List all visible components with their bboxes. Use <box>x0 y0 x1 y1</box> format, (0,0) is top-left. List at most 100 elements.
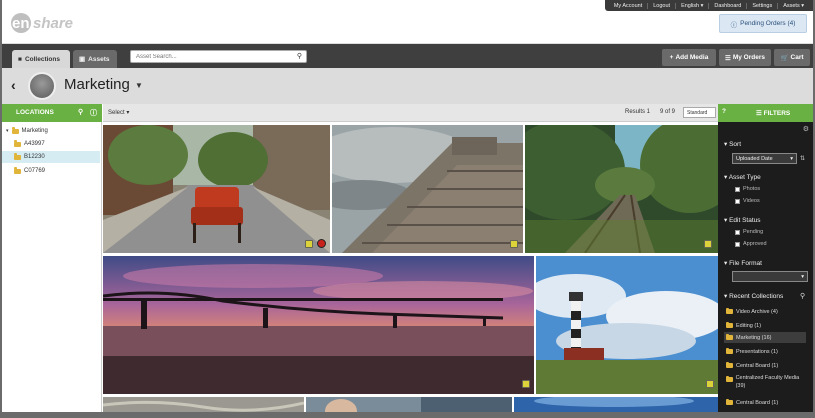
language-menu[interactable]: English ▾ <box>676 2 710 9</box>
search-icon[interactable]: ⚲ <box>800 292 805 300</box>
photos-checkbox[interactable]: Photos <box>735 186 760 192</box>
record-icon[interactable] <box>317 239 326 248</box>
filters-header: ? ☰ FILTERS <box>718 104 813 122</box>
select-menu[interactable]: Select ▾ <box>108 109 129 116</box>
folder-icon <box>14 153 21 160</box>
checkbox[interactable] <box>735 198 740 204</box>
locations-title: LOCATIONS <box>16 109 54 116</box>
asset-thumbnail-railway[interactable] <box>525 125 718 253</box>
tab-collections[interactable]: ■ Collections <box>12 50 70 68</box>
header: en share My Account Logout English ▾ Das… <box>2 0 813 44</box>
recent-collection-item[interactable]: Presentations (1) <box>724 346 806 357</box>
search-icon[interactable]: ⚲ <box>297 52 302 60</box>
chevron-down-icon: ▾ <box>790 156 793 162</box>
recent-collection-label: Central Board (1) <box>736 362 779 369</box>
results-label: Results 1 <box>625 109 651 115</box>
edit-status-heading-text: Edit Status <box>729 217 761 224</box>
recent-collection-label: Presentations (1) <box>736 348 778 355</box>
folder-icon <box>726 398 733 405</box>
results-header: Select ▾ Results 1 9 of 9 Standard <box>103 104 718 122</box>
search-icon[interactable]: ⚲ <box>78 108 83 116</box>
asset-type-heading[interactable]: ▾ Asset Type <box>724 173 761 181</box>
checkbox[interactable] <box>735 229 740 235</box>
chevron-down-icon: ▾ <box>801 274 804 280</box>
folder-icon <box>726 361 733 368</box>
assets-menu[interactable]: Assets ▾ <box>778 3 809 9</box>
sort-select[interactable]: Uploaded Date ▾ <box>732 153 797 164</box>
tree-item-marketing[interactable]: ▾ Marketing <box>2 125 100 137</box>
logout-link[interactable]: Logout <box>648 2 677 9</box>
recent-collections-heading[interactable]: ▾ Recent Collections <box>724 292 783 300</box>
cart-icon: 🛒 <box>780 54 789 62</box>
my-orders-button[interactable]: ☰ My Orders <box>719 49 771 66</box>
checkbox[interactable] <box>735 241 740 247</box>
recent-collection-item[interactable]: Central Board (1) <box>724 360 806 371</box>
chevron-down-icon[interactable]: ▼ <box>135 81 143 90</box>
filters-panel: ⚙ ▾ Sort Uploaded Date ▾ ⇅ ▾ Asset Type … <box>718 122 813 412</box>
view-select[interactable]: Standard <box>683 107 716 118</box>
plus-icon: + <box>669 54 674 61</box>
videos-label: Videos <box>743 198 760 204</box>
edit-badge-icon[interactable] <box>704 240 712 248</box>
sort-direction-icon[interactable]: ⇅ <box>800 155 805 162</box>
cart-button[interactable]: 🛒 Cart <box>774 49 810 66</box>
settings-link[interactable]: Settings <box>747 2 779 9</box>
tree-item-b12230[interactable]: B12230 <box>2 151 100 163</box>
asset-thumbnail-waves[interactable] <box>103 397 304 412</box>
collection-bar: ‹ Marketing ▼ <box>2 68 813 104</box>
asset-thumbnail-pyramid[interactable] <box>332 125 523 253</box>
asset-thumbnail-lighthouse[interactable] <box>536 256 718 394</box>
asset-thumbnail-red-chair[interactable] <box>103 125 330 253</box>
edit-badge-icon[interactable] <box>706 380 714 388</box>
help-icon[interactable]: ? <box>722 108 726 115</box>
file-format-heading[interactable]: ▾ File Format <box>724 259 762 267</box>
filters-title: ☰ FILTERS <box>756 110 791 117</box>
pending-orders-button[interactable]: ⓘ Pending Orders (4) <box>719 14 807 33</box>
edit-badge-icon[interactable] <box>510 240 518 248</box>
tree-item-a43997[interactable]: A43997 <box>10 138 100 150</box>
dashboard-link[interactable]: Dashboard <box>709 2 748 9</box>
back-arrow-icon[interactable]: ‹ <box>11 77 16 93</box>
pending-checkbox[interactable]: Pending <box>735 229 763 235</box>
asset-grid <box>103 122 718 412</box>
recent-collection-item[interactable]: Central Board (1) <box>724 397 806 408</box>
asset-search-input[interactable] <box>131 51 281 62</box>
asset-thumbnail-ocean[interactable] <box>514 397 718 412</box>
my-account-link[interactable]: My Account <box>609 2 649 9</box>
recent-collection-item[interactable]: Video Archive (4) <box>724 306 806 317</box>
tree-item-c07769[interactable]: C07769 <box>10 165 100 177</box>
checkbox[interactable] <box>735 186 740 192</box>
locations-tree: ▾ Marketing A43997 B12230 C07769 <box>2 122 102 412</box>
info-icon[interactable]: ⓘ <box>90 108 97 118</box>
edit-badge-icon[interactable] <box>305 240 313 248</box>
asset-thumbnail-bridge-sunset[interactable] <box>103 256 534 394</box>
my-orders-label: My Orders <box>732 54 765 61</box>
folder-icon <box>726 307 733 314</box>
edit-status-heading[interactable]: ▾ Edit Status <box>724 216 761 224</box>
tree-item-label: C07769 <box>24 168 46 174</box>
results-count: 9 of 9 <box>660 109 676 115</box>
asset-search: ⚲ <box>130 50 307 63</box>
svg-text:share: share <box>33 15 73 32</box>
tree-item-label: Marketing <box>21 128 48 134</box>
videos-checkbox[interactable]: Videos <box>735 198 760 204</box>
recent-collection-label: Video Archive (4) <box>736 308 778 315</box>
recent-collection-item-active[interactable]: Marketing (16) <box>724 332 806 343</box>
file-format-select[interactable]: ▾ <box>732 271 808 282</box>
recent-collection-item[interactable]: Editing (1) <box>724 320 806 331</box>
edit-badge-icon[interactable] <box>522 380 530 388</box>
asset-thumbnail-portrait[interactable] <box>306 397 512 412</box>
photos-label: Photos <box>743 186 761 192</box>
gear-icon[interactable]: ⚙ <box>803 125 809 133</box>
tab-assets[interactable]: ▣ Assets <box>73 50 117 68</box>
approved-checkbox[interactable]: Approved <box>735 241 767 247</box>
add-media-button[interactable]: + Add Media <box>662 49 716 66</box>
add-media-label: Add Media <box>675 54 709 61</box>
caret-down-icon[interactable]: ▾ <box>6 128 9 134</box>
sort-heading[interactable]: ▾ Sort <box>724 140 741 148</box>
enshare-logo[interactable]: en share <box>11 9 91 35</box>
locations-header: LOCATIONS ⚲ ⓘ <box>2 104 102 122</box>
folder-icon <box>726 333 733 340</box>
main-toolbar: ■ Collections ▣ Assets ⚲ + Add Media ☰ M… <box>2 44 813 68</box>
recent-collection-item[interactable]: Centralized Faculty Media (39) <box>724 374 806 394</box>
